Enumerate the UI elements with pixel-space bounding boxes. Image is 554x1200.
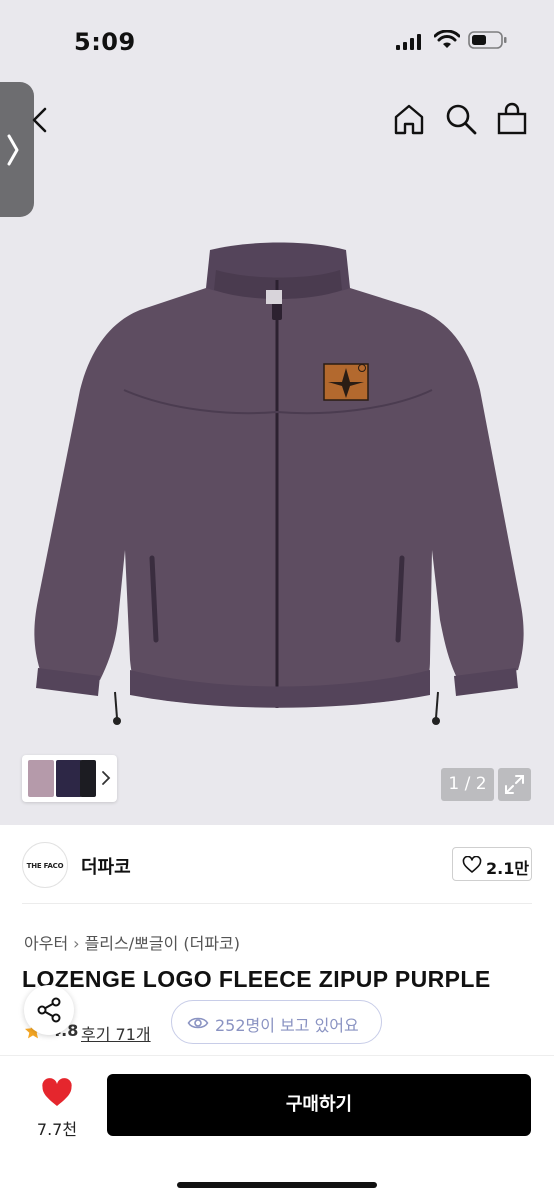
breadcrumb-separator: › (73, 934, 80, 953)
shopping-bag-icon[interactable] (495, 102, 529, 136)
expand-button[interactable] (498, 768, 531, 801)
thumbnail-strip[interactable] (22, 755, 117, 802)
signal-icon (396, 34, 421, 50)
thumbnail-2[interactable] (56, 760, 82, 797)
breadcrumb: 아우터 › 플리스/뽀글이 (더파코) (24, 930, 240, 954)
back-to-app-tab[interactable] (0, 82, 34, 217)
shop-like-button[interactable]: 2.1만 (452, 847, 532, 881)
like-count: 7.7천 (36, 1120, 78, 1139)
review-link[interactable]: 후기 71개 (81, 1021, 151, 1045)
eye-icon (187, 1017, 209, 1029)
breadcrumb-category[interactable]: 아우터 (24, 934, 68, 953)
chevron-right-icon[interactable] (100, 769, 112, 787)
buy-button[interactable]: 구매하기 (107, 1074, 531, 1136)
product-gallery[interactable]: 5:09 1 / 2 (0, 0, 554, 825)
share-icon (37, 997, 61, 1023)
product-title: LOZENGE LOGO FLEECE ZIPUP PURPLE (22, 966, 491, 992)
shop-logo[interactable]: THE FACO (22, 842, 68, 888)
shop-name[interactable]: 더파코 (81, 853, 131, 879)
share-button[interactable] (24, 985, 74, 1035)
home-icon[interactable] (392, 102, 426, 136)
chevron-right-icon (7, 134, 19, 166)
page-counter: 1 / 2 (441, 768, 494, 801)
expand-icon (505, 775, 524, 794)
thumbnail-3[interactable] (80, 760, 96, 797)
breadcrumb-subcategory[interactable]: 플리스/뽀글이 (더파코) (85, 934, 240, 953)
like-button[interactable]: 7.7천 (22, 1074, 92, 1144)
viewers-text: 252명이 보고 있어요 (215, 1016, 359, 1035)
search-icon[interactable] (444, 102, 478, 136)
viewers-badge: 252명이 보고 있어요 (171, 1000, 382, 1044)
product-image[interactable] (20, 240, 534, 730)
wifi-icon (434, 30, 460, 48)
battery-icon (468, 31, 507, 49)
status-time: 5:09 (74, 28, 136, 56)
status-bar: 5:09 (0, 0, 554, 80)
chevron-left-icon[interactable] (30, 106, 50, 134)
heart-outline-icon (462, 856, 482, 873)
home-indicator (177, 1182, 377, 1188)
shop-like-count: 2.1만 (486, 859, 530, 878)
bottom-action-bar: 7.7천 구매하기 (0, 1055, 554, 1200)
shop-row[interactable]: THE FACO 더파코 2.1만 (0, 825, 554, 905)
heart-filled-icon (42, 1078, 72, 1106)
thumbnail-1[interactable] (28, 760, 54, 797)
divider (22, 903, 532, 904)
